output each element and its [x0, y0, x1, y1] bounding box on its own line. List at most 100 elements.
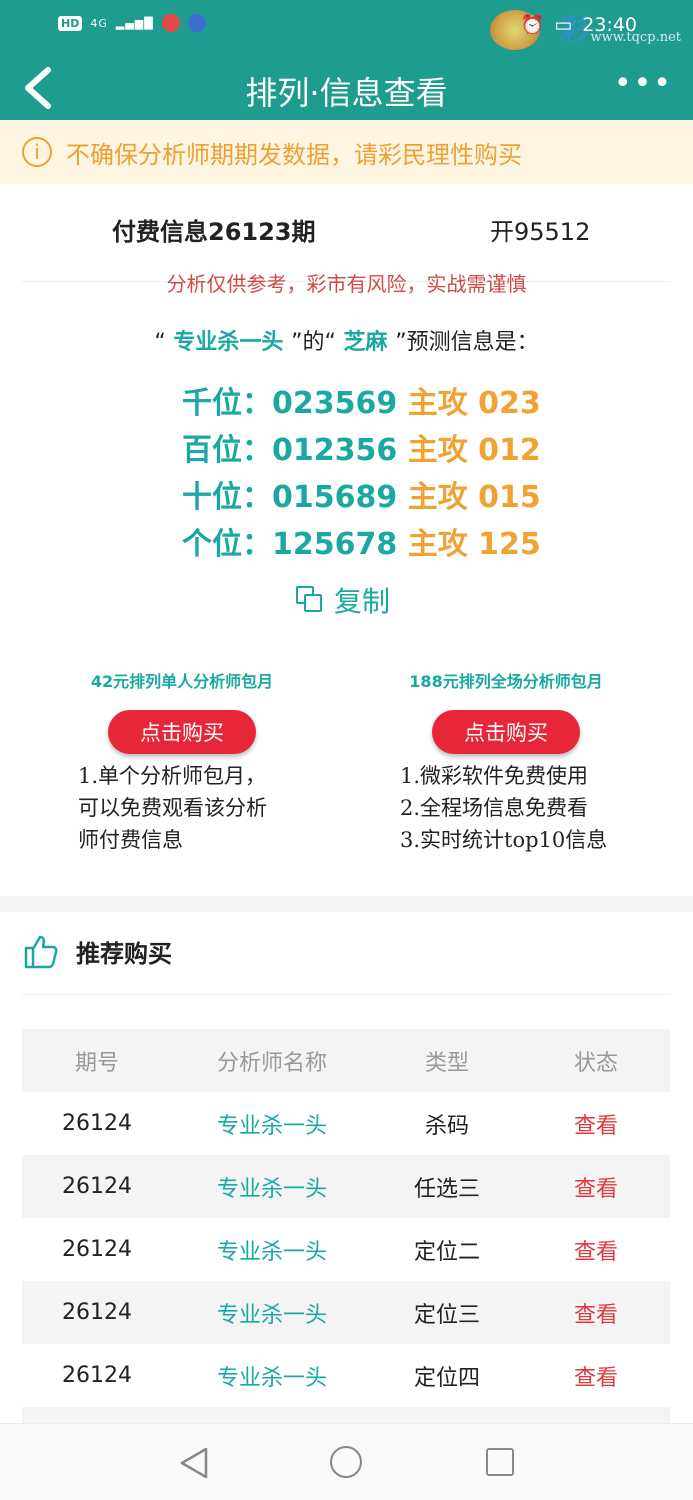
- table-row[interactable]: 26124 专业杀一头 定位二 查看: [22, 1218, 670, 1281]
- table-header: 期号 分析师名称 类型 状态: [22, 1029, 670, 1092]
- recommend-table: 期号 分析师名称 类型 状态 26124 专业杀一头 杀码 查看 26124 专…: [22, 1029, 670, 1427]
- more-menu-button[interactable]: •••: [614, 69, 673, 99]
- view-link[interactable]: 查看: [522, 1234, 670, 1266]
- table-row[interactable]: 26124 专业杀一头 定位四 查看: [22, 1344, 670, 1407]
- copy-button[interactable]: 复制: [296, 580, 390, 620]
- info-heading: 付费信息26123期: [112, 218, 316, 246]
- table-row[interactable]: 26124 专业杀一头 任选三 查看: [22, 1155, 670, 1218]
- prediction-row: 个位：125678 主攻 125: [182, 521, 541, 568]
- desc-line: 3.实时统计top10信息: [400, 828, 608, 852]
- row-numbers: 023569: [272, 386, 398, 421]
- row-type: 定位四: [413, 1365, 480, 1391]
- status-bar: HD 4G ▂▄▆█ 彩 ⏰ ▭ 23:40 www.tqcp.net: [0, 0, 693, 56]
- row-numbers: 015689: [272, 480, 398, 515]
- app-notification-icon-2: [187, 14, 206, 32]
- alarm-icon: ⏰: [520, 14, 545, 36]
- quote-mid: ”的“: [291, 330, 336, 355]
- quote-open: “: [154, 330, 166, 355]
- battery-icon: ▭: [554, 13, 573, 36]
- desc-line: 2.全程场信息免费看: [400, 796, 589, 820]
- copy-icon: [296, 586, 324, 614]
- desc-line: 1.微彩软件免费使用: [400, 764, 589, 788]
- row-analyst-link[interactable]: 专业杀一头: [172, 1171, 372, 1203]
- thumbs-up-icon: [24, 935, 58, 969]
- package-description: 1.单个分析师包月， 可以免费观看该分析 师付费信息: [32, 760, 332, 856]
- desc-line: 1.单个分析师包月，: [78, 764, 267, 788]
- row-period: 26124: [62, 1363, 132, 1388]
- row-label: 个位：: [182, 527, 272, 562]
- system-recents-icon[interactable]: [486, 1448, 514, 1476]
- table-row[interactable]: 26124 专业杀一头 杀码 查看: [22, 1092, 670, 1155]
- row-label: 十位：: [182, 480, 272, 515]
- col-status: 状态: [573, 1050, 618, 1076]
- row-main: 主攻 015: [397, 480, 541, 515]
- copy-label: 复制: [334, 585, 391, 618]
- view-link[interactable]: 查看: [522, 1171, 670, 1203]
- row-numbers: 012356: [272, 433, 398, 468]
- row-period: 26124: [62, 1174, 132, 1199]
- col-period: 期号: [74, 1050, 119, 1076]
- app-notification-icon: [161, 14, 180, 32]
- divider: [22, 994, 671, 995]
- row-analyst-link[interactable]: 专业杀一头: [172, 1360, 372, 1392]
- row-main: 主攻 125: [397, 527, 541, 562]
- row-period: 26124: [62, 1300, 132, 1325]
- quote-suffix: ”预测信息是：: [395, 330, 539, 355]
- col-analyst: 分析师名称: [216, 1050, 327, 1076]
- info-card: 付费信息26123期 开95512 分析仅供参考，彩市有风险，实战需谨慎 “ 专…: [0, 184, 693, 896]
- view-link[interactable]: 查看: [522, 1360, 670, 1392]
- signal-icon: ▂▄▆█: [115, 16, 154, 30]
- view-link[interactable]: 查看: [522, 1108, 670, 1140]
- buy-all-button[interactable]: 点击购买: [432, 710, 580, 754]
- nav-bar: 排列·信息查看 •••: [0, 56, 693, 120]
- row-type: 杀码: [424, 1113, 469, 1139]
- row-main: 主攻 023: [397, 386, 541, 421]
- draw-result: 开95512: [490, 218, 591, 246]
- row-analyst-link[interactable]: 专业杀一头: [172, 1234, 372, 1266]
- row-period: 26124: [62, 1237, 132, 1262]
- row-analyst-link[interactable]: 专业杀一头: [172, 1108, 372, 1140]
- buy-single-button[interactable]: 点击购买: [108, 710, 256, 754]
- desc-line: 可以免费观看该分析: [78, 796, 267, 820]
- info-icon: i: [22, 137, 52, 167]
- desc-line: 师付费信息: [78, 828, 183, 852]
- page-title: 排列·信息查看: [245, 74, 448, 112]
- package-all: 188元排列全场分析师包月 点击购买 1.微彩软件免费使用 2.全程场信息免费看…: [356, 668, 656, 856]
- row-type: 任选三: [413, 1176, 480, 1202]
- row-label: 百位：: [182, 433, 272, 468]
- prediction-intro: “ 专业杀一头 ”的“ 芝麻 ”预测信息是：: [0, 324, 693, 356]
- row-type: 定位二: [413, 1239, 480, 1265]
- view-link[interactable]: 查看: [522, 1297, 670, 1329]
- row-type: 定位三: [413, 1302, 480, 1328]
- network-indicator: 4G: [90, 16, 108, 30]
- row-label: 千位：: [182, 386, 272, 421]
- watermark-site: www.tqcp.net: [590, 30, 681, 45]
- recommend-title: 推荐购买: [76, 939, 172, 968]
- risk-warning: 分析仅供参考，彩市有风险，实战需谨慎: [166, 272, 527, 296]
- package-single: 42元排列单人分析师包月 点击购买 1.单个分析师包月， 可以免费观看该分析 师…: [32, 668, 332, 856]
- prediction-row: 百位：012356 主攻 012: [182, 427, 541, 474]
- prediction-row: 千位：023569 主攻 023: [182, 380, 541, 427]
- package-title: 42元排列单人分析师包月: [90, 672, 274, 691]
- row-numbers: 125678: [272, 527, 398, 562]
- row-period: 26124: [62, 1111, 132, 1136]
- notice-text: 不确保分析师期期发数据，请彩民理性购买: [66, 140, 522, 169]
- nickname: 芝麻: [335, 330, 396, 355]
- prediction-rows: 千位：023569 主攻 023 百位：012356 主攻 012 十位：015…: [182, 380, 541, 568]
- hd-badge: HD: [58, 15, 83, 31]
- col-type: 类型: [424, 1050, 469, 1076]
- system-nav-bar: [0, 1423, 693, 1500]
- system-back-icon[interactable]: [178, 1446, 210, 1480]
- table-row[interactable]: 26124 专业杀一头 定位三 查看: [22, 1281, 670, 1344]
- analyst-name: 专业杀一头: [165, 330, 292, 355]
- notice-banner: i 不确保分析师期期发数据，请彩民理性购买: [0, 120, 693, 184]
- row-analyst-link[interactable]: 专业杀一头: [172, 1297, 372, 1329]
- package-description: 1.微彩软件免费使用 2.全程场信息免费看 3.实时统计top10信息: [356, 760, 656, 856]
- system-home-icon[interactable]: [330, 1446, 362, 1478]
- prediction-row: 十位：015689 主攻 015: [182, 474, 541, 521]
- status-left: HD 4G ▂▄▆█: [58, 14, 206, 32]
- package-title: 188元排列全场分析师包月: [409, 672, 603, 691]
- recommend-section: 推荐购买 期号 分析师名称 类型 状态 26124 专业杀一头 杀码 查看 26…: [0, 912, 693, 1500]
- row-main: 主攻 012: [397, 433, 541, 468]
- recommend-header: 推荐购买: [22, 932, 172, 970]
